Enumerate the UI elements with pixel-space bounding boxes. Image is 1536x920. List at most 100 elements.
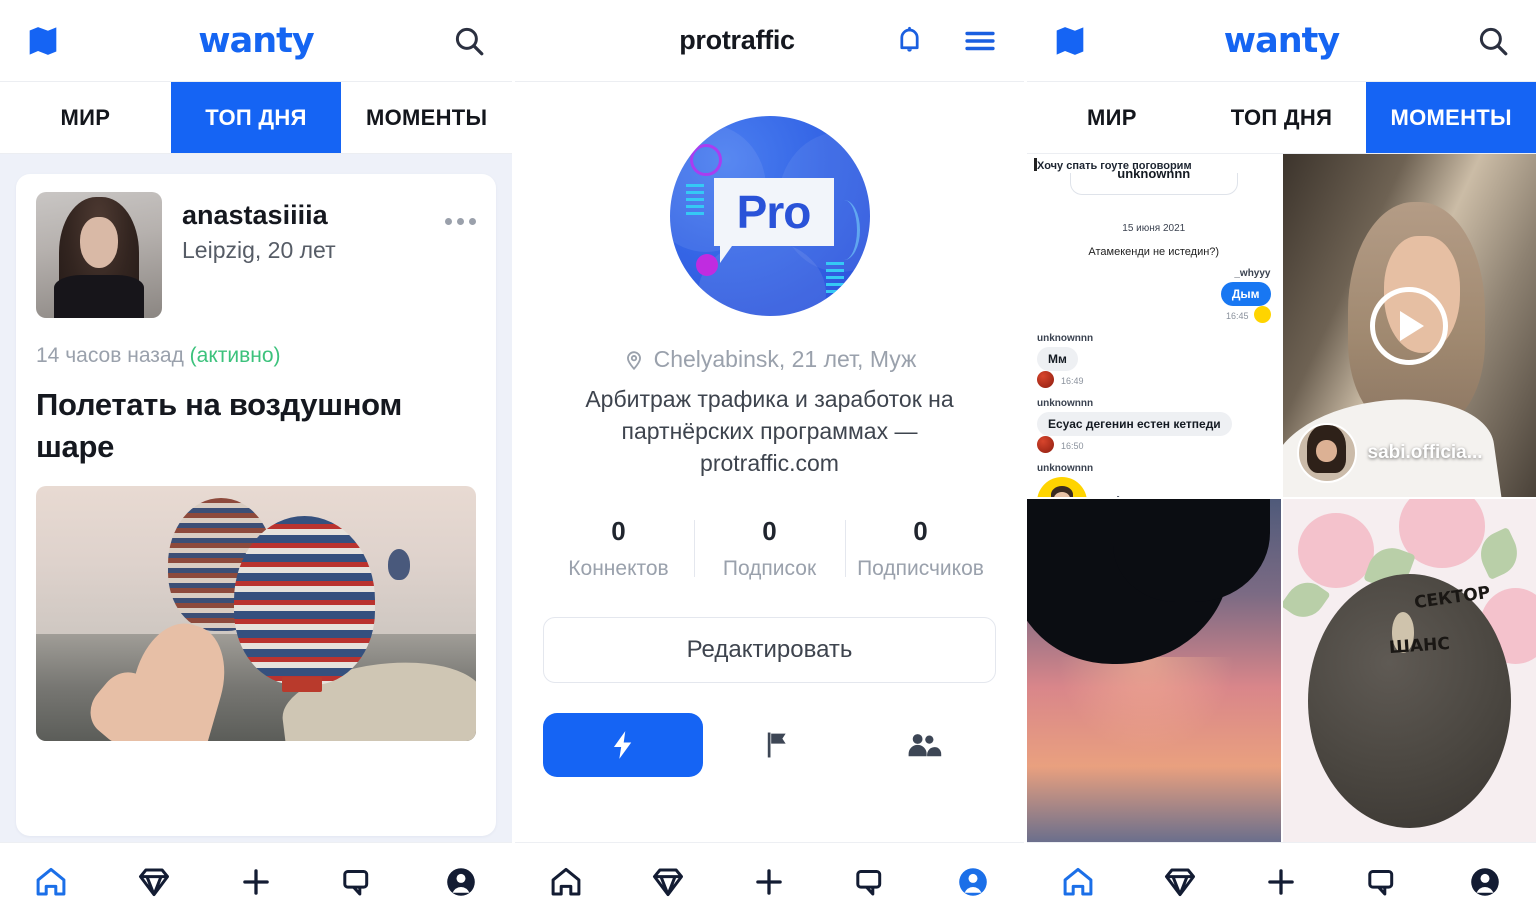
profile-topbar: protraffic	[515, 0, 1024, 82]
nav-chat-icon[interactable]	[820, 864, 922, 900]
nav-diamond-icon[interactable]	[1129, 864, 1231, 900]
app-logo: wanty	[1223, 20, 1340, 61]
nav-diamond-icon[interactable]	[102, 864, 204, 900]
moment-video-author[interactable]: sabi.officia...	[1296, 423, 1483, 483]
chat-date: 15 июня 2021	[1122, 223, 1186, 234]
play-button-icon[interactable]	[1370, 286, 1449, 365]
stat-following-value: 0	[762, 515, 777, 546]
feed-tabs: МИР ТОП ДНЯ МОМЕНТЫ	[0, 82, 512, 154]
stat-connections-label: Коннектов	[568, 556, 669, 580]
post-title: Полетать на воздушном шаре	[36, 387, 403, 464]
post-username[interactable]: anastasiiiia	[182, 200, 425, 231]
people-button[interactable]	[850, 726, 997, 764]
nav-profile-icon[interactable]	[410, 864, 512, 900]
nav-home-icon[interactable]	[515, 864, 617, 900]
nav-chat-icon[interactable]	[307, 864, 409, 900]
chat-message-time: 16:45	[1225, 311, 1249, 321]
post-card[interactable]: anastasiiiia Leipzig, 20 лет 14 часов на…	[16, 174, 496, 836]
profile-bottom-nav	[515, 842, 1024, 920]
boost-button[interactable]	[543, 712, 703, 777]
nav-plus-icon[interactable]	[205, 864, 307, 900]
tab-top-dnya[interactable]: ТОП ДНЯ	[1197, 82, 1367, 153]
post-active-status: (активно)	[189, 344, 281, 367]
avatar	[1296, 423, 1357, 483]
moment-sunset[interactable]	[1027, 499, 1281, 842]
bell-icon[interactable]	[893, 24, 926, 57]
nav-plus-icon[interactable]	[719, 864, 821, 900]
chat-message-time: 16:50	[1061, 441, 1084, 451]
chat-story-avatar	[1037, 477, 1087, 497]
post-location-age: Leipzig, 20 лет	[182, 237, 336, 264]
chat-message-sender: unknownnn	[1037, 333, 1094, 344]
edit-profile-button[interactable]: Редактировать	[543, 616, 996, 683]
post-photo[interactable]	[36, 485, 476, 741]
profile-location-age-gender: Chelyabinsk, 21 лет, Муж	[653, 346, 917, 372]
moment-disc[interactable]: СЕКТОР ШАНС	[1282, 499, 1536, 842]
post-timestamp: 14 часов назад (активно)	[36, 344, 476, 368]
flag-button[interactable]	[703, 728, 850, 762]
screen-feed: wanty МИР ТОП ДНЯ МОМЕНТЫ anastasiiiia L…	[0, 0, 512, 920]
stat-followers[interactable]: 0 Подписчиков	[845, 516, 996, 581]
chat-system-line: Атамекенди не истедин?)	[1088, 246, 1220, 258]
post-time-ago: 14 часов назад	[36, 344, 184, 367]
profile-title: protraffic	[679, 25, 795, 55]
moment-video[interactable]: sabi.officia...	[1282, 154, 1536, 497]
chat-avatar-icon	[1037, 371, 1054, 388]
tab-mir[interactable]: МИР	[1027, 82, 1197, 153]
tab-momenty[interactable]: МОМЕНТЫ	[1366, 82, 1536, 153]
tab-momenty[interactable]: МОМЕНТЫ	[341, 82, 512, 153]
flag-icon	[759, 728, 793, 762]
map-icon[interactable]	[1053, 24, 1087, 58]
search-icon[interactable]	[452, 24, 486, 58]
chat-message-bubble: Мм	[1037, 347, 1078, 371]
feed-bottom-nav	[0, 842, 512, 920]
people-icon	[904, 726, 942, 764]
profile-body: Pro Chelyabinsk, 21 лет, Муж Арбитраж тр…	[515, 82, 1024, 842]
stat-followers-value: 0	[913, 515, 928, 546]
post-author-meta: anastasiiiia Leipzig, 20 лет	[182, 192, 425, 264]
more-horizontal-icon[interactable]	[445, 192, 476, 225]
chat-message-row: unknownnn _whyyy	[1037, 463, 1271, 497]
chat-avatar-icon	[1037, 436, 1054, 453]
moments-bottom-nav	[1027, 842, 1536, 920]
chat-message-bubble: Дым	[1220, 282, 1271, 306]
stat-following[interactable]: 0 Подписок	[694, 516, 845, 581]
stat-connections[interactable]: 0 Коннектов	[543, 516, 694, 581]
chat-message-time: 16:49	[1061, 376, 1084, 386]
chat-message-sender: unknownnn	[1037, 463, 1094, 474]
profile-logo[interactable]: Pro	[669, 116, 870, 316]
profile-stats: 0 Коннектов 0 Подписок 0 Подписчиков	[543, 516, 996, 581]
nav-plus-icon[interactable]	[1231, 864, 1333, 900]
chat-message-sender: unknownnn	[1037, 398, 1094, 409]
chat-message-sender: _whyyy	[1234, 268, 1271, 279]
chat-avatar-icon	[1253, 306, 1271, 323]
feed-topbar: wanty	[0, 0, 512, 82]
map-icon[interactable]	[26, 24, 60, 58]
nav-home-icon[interactable]	[1027, 864, 1129, 900]
tab-top-dnya[interactable]: ТОП ДНЯ	[170, 82, 342, 153]
nav-profile-icon[interactable]	[922, 864, 1024, 900]
stat-followers-label: Подписчиков	[857, 556, 984, 580]
three-screen-composite: wanty МИР ТОП ДНЯ МОМЕНТЫ anastasiiiia L…	[0, 0, 1536, 920]
chat-message-bubble: Есуас дегенин естен кетпеди	[1037, 412, 1232, 436]
nav-home-icon[interactable]	[0, 864, 102, 900]
profile-bio: Арбитраж трафика и заработок на партнёрс…	[585, 386, 954, 477]
moments-tabs: МИР ТОП ДНЯ МОМЕНТЫ	[1027, 82, 1536, 154]
search-icon[interactable]	[1476, 24, 1510, 58]
moment-chat-screenshot[interactable]: Хочу спать гоуте поговорим unknownnn 15 …	[1027, 154, 1281, 497]
screen-moments: wanty МИР ТОП ДНЯ МОМЕНТЫ Хочу спать гоу…	[1024, 0, 1536, 920]
nav-profile-icon[interactable]	[1434, 864, 1536, 900]
chat-story-username: _whyyy	[1096, 494, 1150, 498]
chat-message-row: unknownnn Есуас дегенин естен кетпеди 16…	[1037, 398, 1271, 453]
nav-diamond-icon[interactable]	[617, 864, 719, 900]
tab-mir[interactable]: МИР	[0, 82, 171, 153]
lightning-bolt-icon	[606, 728, 640, 762]
avatar[interactable]	[36, 192, 162, 318]
stat-connections-value: 0	[611, 515, 626, 546]
screen-profile: protraffic Pro Chelyabinsk, 21 лет, Муж …	[512, 0, 1024, 920]
nav-chat-icon[interactable]	[1332, 864, 1434, 900]
profile-action-row	[543, 712, 997, 777]
moment-video-username: sabi.officia...	[1367, 442, 1483, 463]
hamburger-menu-icon[interactable]	[962, 23, 998, 59]
post-header: anastasiiiia Leipzig, 20 лет	[36, 192, 476, 318]
